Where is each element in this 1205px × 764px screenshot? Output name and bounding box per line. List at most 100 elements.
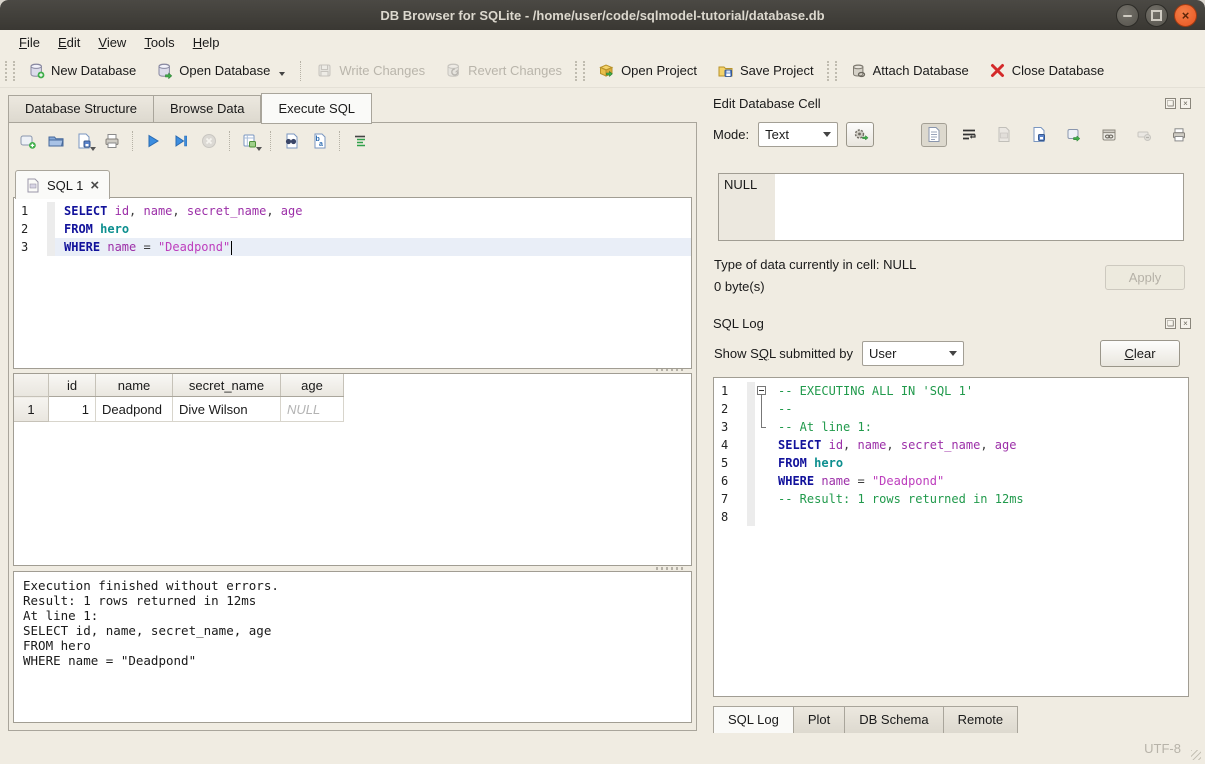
- toolbar-separator: [339, 131, 340, 151]
- column-header-id[interactable]: id: [49, 374, 96, 397]
- splitter-handle[interactable]: [656, 567, 684, 570]
- tab-sql-log[interactable]: SQL Log: [713, 706, 794, 734]
- code-line[interactable]: 8: [714, 508, 1188, 526]
- export-icon: [1066, 127, 1082, 143]
- export-cell-button[interactable]: [1061, 123, 1087, 147]
- tab-database-structure[interactable]: Database Structure: [8, 95, 154, 123]
- float-dock-icon[interactable]: ❏: [1165, 98, 1176, 109]
- toolbar-separator: [270, 131, 271, 151]
- menu-help[interactable]: Help: [184, 33, 229, 52]
- attach-database-button[interactable]: Attach Database: [840, 58, 979, 83]
- find-replace-icon: ba: [310, 132, 328, 150]
- cell-editor-area[interactable]: [775, 174, 1183, 240]
- code-line[interactable]: 1SELECT id, name, secret_name, age: [14, 202, 691, 220]
- code-line[interactable]: 7-- Result: 1 rows returned in 12ms: [714, 490, 1188, 508]
- result-cell[interactable]: 1: [49, 397, 96, 422]
- result-cell[interactable]: NULL: [281, 397, 344, 422]
- code-line[interactable]: 1-- EXECUTING ALL IN 'SQL 1': [714, 382, 1188, 400]
- code-line[interactable]: 3-- At line 1:: [714, 418, 1188, 436]
- toolbar-separator: [229, 131, 230, 151]
- execution-status-box[interactable]: Execution finished without errors. Resul…: [13, 571, 692, 723]
- result-cell[interactable]: Dive Wilson: [173, 397, 281, 422]
- code-line[interactable]: 2--: [714, 400, 1188, 418]
- toolbar-grip[interactable]: [5, 61, 15, 81]
- column-header-age[interactable]: age: [281, 374, 344, 397]
- mode-label: Mode:: [713, 127, 749, 142]
- code-line[interactable]: 6WHERE name = "Deadpond": [714, 472, 1188, 490]
- menu-view[interactable]: View: [89, 33, 135, 52]
- word-wrap-icon: [961, 127, 977, 143]
- close-tab-icon[interactable]: ×: [90, 178, 99, 193]
- save-as-button[interactable]: [1026, 123, 1052, 147]
- execute-all-button[interactable]: [140, 129, 166, 153]
- tab-browse-data[interactable]: Browse Data: [154, 95, 261, 123]
- code-line[interactable]: 5FROM hero: [714, 454, 1188, 472]
- grid-corner[interactable]: [14, 374, 49, 397]
- sql-log-filter-row: Show SQL submitted by User Clear: [714, 340, 1192, 367]
- window-controls: ×: [1116, 4, 1197, 27]
- column-header-secret_name[interactable]: secret_name: [173, 374, 281, 397]
- menu-edit[interactable]: Edit: [49, 33, 89, 52]
- print-cell-button[interactable]: [1166, 123, 1192, 147]
- open-project-button[interactable]: Open Project: [588, 58, 707, 83]
- title-bar[interactable]: DB Browser for SQLite - /home/user/code/…: [0, 0, 1205, 30]
- open-sql-file-button[interactable]: [43, 129, 69, 153]
- code-line[interactable]: 2FROM hero: [14, 220, 691, 238]
- code-line[interactable]: 4SELECT id, name, secret_name, age: [714, 436, 1188, 454]
- save-as-icon: [1031, 126, 1047, 143]
- new-database-button[interactable]: New Database: [18, 58, 146, 83]
- open-external-button[interactable]: [1096, 123, 1122, 147]
- code-line[interactable]: 3WHERE name = "Deadpond": [14, 238, 691, 256]
- close-database-button[interactable]: Close Database: [979, 58, 1115, 83]
- word-wrap-button[interactable]: [956, 123, 982, 147]
- tab-plot[interactable]: Plot: [794, 706, 845, 734]
- export-results-button[interactable]: [237, 129, 263, 153]
- close-dock-icon[interactable]: ×: [1180, 98, 1191, 109]
- row-header[interactable]: 1: [14, 397, 49, 422]
- sql-file-icon: [26, 178, 40, 193]
- clear-log-button[interactable]: Clear: [1100, 340, 1180, 367]
- column-header-name[interactable]: name: [96, 374, 173, 397]
- find-replace-button[interactable]: ba: [306, 129, 332, 153]
- execute-current-line-button[interactable]: [168, 129, 194, 153]
- tab-remote[interactable]: Remote: [944, 706, 1019, 734]
- open-database-dropdown-caret[interactable]: [279, 72, 285, 76]
- apply-button: Apply: [1105, 265, 1185, 290]
- format-sql-button[interactable]: [347, 129, 373, 153]
- result-cell[interactable]: Deadpond: [96, 397, 173, 422]
- minimize-button[interactable]: [1116, 4, 1139, 27]
- encoding-indicator: UTF-8: [1144, 741, 1181, 756]
- import-from-file-button: [991, 123, 1017, 147]
- save-sql-file-button[interactable]: [71, 129, 97, 153]
- open-database-button[interactable]: Open Database: [146, 58, 295, 83]
- auto-apply-button[interactable]: [846, 122, 874, 147]
- sql-log-filter-select[interactable]: User: [862, 341, 964, 366]
- resize-grip[interactable]: [1191, 750, 1201, 760]
- find-button[interactable]: [278, 129, 304, 153]
- float-dock-icon[interactable]: ❏: [1165, 318, 1176, 329]
- new-sql-tab-button[interactable]: [15, 129, 41, 153]
- save-project-button[interactable]: Save Project: [707, 58, 824, 83]
- mode-select[interactable]: Text: [758, 122, 838, 147]
- tab-db-schema[interactable]: DB Schema: [845, 706, 943, 734]
- new-tab-icon: [19, 132, 37, 150]
- save-file-dropdown-caret[interactable]: [90, 147, 96, 151]
- menu-tools[interactable]: Tools: [135, 33, 183, 52]
- sql-log-view[interactable]: 1-- EXECUTING ALL IN 'SQL 1'2--3-- At li…: [713, 377, 1189, 697]
- sql-editor[interactable]: 1SELECT id, name, secret_name, age2FROM …: [13, 197, 692, 369]
- text-mode-button[interactable]: [921, 123, 947, 147]
- print-icon: [1171, 127, 1187, 143]
- export-results-dropdown-caret[interactable]: [256, 147, 262, 151]
- maximize-button[interactable]: [1145, 4, 1168, 27]
- menu-file[interactable]: File: [10, 33, 49, 52]
- sql-editor-tab[interactable]: SQL 1 ×: [15, 170, 110, 199]
- results-grid[interactable]: idnamesecret_nameage11DeadpondDive Wilso…: [13, 373, 692, 566]
- cell-editor[interactable]: NULL: [718, 173, 1184, 241]
- close-button[interactable]: ×: [1174, 4, 1197, 27]
- toolbar-grip[interactable]: [827, 61, 837, 81]
- close-dock-icon[interactable]: ×: [1180, 318, 1191, 329]
- tab-execute-sql[interactable]: Execute SQL: [261, 93, 372, 124]
- main-area: Database Structure Browse Data Execute S…: [0, 88, 1205, 733]
- print-sql-button[interactable]: [99, 129, 125, 153]
- toolbar-grip[interactable]: [575, 61, 585, 81]
